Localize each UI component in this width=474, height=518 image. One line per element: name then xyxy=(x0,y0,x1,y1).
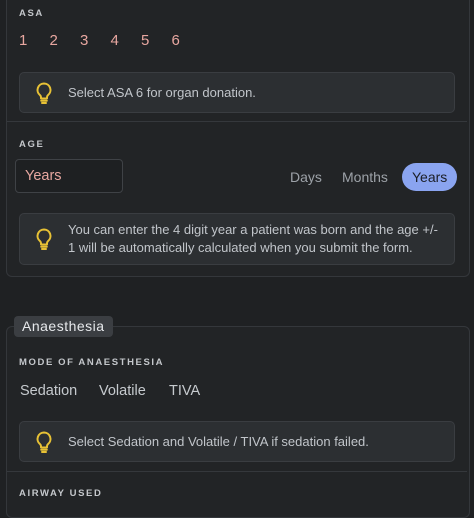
airway-used-label: AIRWAY USED xyxy=(19,488,103,499)
lightbulb-icon xyxy=(20,228,68,250)
asa-option-3[interactable]: 3 xyxy=(80,32,111,49)
age-unit-months[interactable]: Months xyxy=(342,163,388,191)
asa-options: 1 2 3 4 5 6 xyxy=(19,32,202,49)
mode-option-volatile[interactable]: Volatile xyxy=(99,383,146,399)
age-hint-box: You can enter the 4 digit year a patient… xyxy=(19,213,455,265)
mode-option-sedation[interactable]: Sedation xyxy=(20,383,77,399)
asa-option-5[interactable]: 5 xyxy=(141,32,172,49)
age-unit-days[interactable]: Days xyxy=(290,163,322,191)
asa-option-4[interactable]: 4 xyxy=(111,32,142,49)
mode-of-anaesthesia-label: MODE OF ANAESTHESIA xyxy=(19,357,165,368)
section-divider xyxy=(7,121,467,122)
asa-option-1[interactable]: 1 xyxy=(19,32,50,49)
mode-hint-text: Select Sedation and Volatile / TIVA if s… xyxy=(68,433,369,449)
lightbulb-icon xyxy=(20,82,68,104)
mode-option-tiva[interactable]: TIVA xyxy=(169,383,200,399)
asa-option-6[interactable]: 6 xyxy=(172,32,203,49)
age-hint-text: You can enter the 4 digit year a patient… xyxy=(68,222,438,255)
asa-hint-text: Select ASA 6 for organ donation. xyxy=(68,84,256,100)
section-divider xyxy=(7,471,467,472)
age-label: AGE xyxy=(19,139,45,150)
asa-option-2[interactable]: 2 xyxy=(50,32,81,49)
age-unit-years[interactable]: Years xyxy=(402,163,458,191)
asa-label: ASA xyxy=(19,8,44,19)
lightbulb-icon xyxy=(20,431,68,453)
mode-hint-box: Select Sedation and Volatile / TIVA if s… xyxy=(19,421,455,462)
age-input[interactable]: Years xyxy=(15,159,123,193)
asa-hint-box: Select ASA 6 for organ donation. xyxy=(19,72,455,113)
anaesthesia-title: Anaesthesia xyxy=(14,316,113,337)
